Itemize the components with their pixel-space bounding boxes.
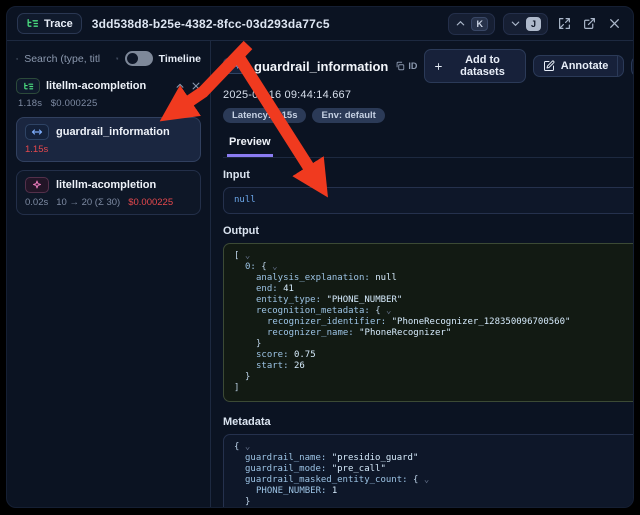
trace-type-badge: Trace (17, 13, 82, 34)
open-in-new-tab-button[interactable] (581, 15, 598, 32)
topbar: Trace 3dd538d8-b25e-4382-8fcc-03d293da77… (7, 7, 633, 41)
search-input[interactable] (24, 53, 110, 65)
latency-badge: Latency: 1.15s (223, 108, 306, 123)
tree-root-metrics: 1.18s $0.000225 (18, 98, 201, 109)
external-link-icon (583, 17, 596, 30)
add-to-datasets-button[interactable]: Add to datasets (424, 49, 525, 83)
output-title: Output (223, 225, 259, 237)
copy-id[interactable]: ID (395, 61, 417, 71)
id-label: ID (408, 61, 417, 71)
annotate-button[interactable]: Annotate (534, 56, 618, 76)
timeline-toggle-label: Timeline (159, 53, 201, 65)
navigate-down-button[interactable]: J (503, 13, 548, 35)
metadata-title: Metadata (223, 416, 271, 428)
observation-title: guardrail_information (254, 59, 388, 74)
output-section-header: Output (223, 225, 634, 237)
collapse-all-icon[interactable] (175, 81, 185, 91)
badge-row: Latency: 1.15s Env: default (223, 108, 634, 123)
tree-item-latency: 0.02s (25, 197, 48, 208)
annotate-split-button: Annotate (533, 55, 624, 77)
move-horizontal-icon (229, 60, 241, 72)
observation-detail-panel: guardrail_information ID Add to datasets (211, 41, 634, 508)
move-horizontal-icon (31, 126, 43, 138)
maximize-icon (558, 17, 571, 30)
input-section-header: Input (223, 169, 634, 181)
plus-icon (434, 61, 443, 72)
list-tree-icon (26, 17, 39, 30)
close-button[interactable] (606, 15, 623, 32)
observation-timestamp: 2025-05-16 09:44:14.667 (223, 89, 634, 101)
copy-icon (395, 61, 405, 71)
search-icon (16, 53, 18, 65)
timeline-toggle[interactable] (125, 51, 153, 66)
observation-header: guardrail_information ID Add to datasets (223, 49, 634, 83)
sparkle-icon (31, 179, 43, 191)
tab-preview[interactable]: Preview (227, 132, 273, 157)
shortcut-j: J (526, 17, 541, 31)
tree-item-latency: 1.15s (25, 144, 48, 155)
tree-item-guardrail-information[interactable]: guardrail_information 1.15s (16, 117, 201, 162)
expand-all-icon[interactable] (191, 81, 201, 91)
tab-bar: Preview (223, 132, 634, 158)
tree-root-item[interactable]: litellm-acompletion (16, 78, 201, 94)
shortcut-k: K (471, 17, 488, 31)
trace-badge-label: Trace (44, 18, 73, 30)
tree-item-label: litellm-acompletion (56, 179, 156, 191)
annotate-pencil-icon (543, 60, 555, 72)
navigate-up-button[interactable]: K (448, 13, 495, 35)
input-code-block: null (223, 187, 634, 214)
input-value: null (234, 195, 256, 205)
span-type-icon-badge (223, 58, 247, 74)
toggle-knob (127, 53, 138, 64)
tree-controls (175, 81, 201, 91)
close-icon (608, 17, 621, 30)
chevron-up-icon (455, 18, 466, 29)
expand-button[interactable] (556, 15, 573, 32)
comments-button[interactable] (631, 55, 634, 78)
tree-root-label: litellm-acompletion (46, 80, 146, 92)
metadata-section-header: Metadata (223, 416, 634, 428)
trace-tree-sidebar: Timeline litellm-acompletion (7, 41, 211, 508)
input-title: Input (223, 169, 250, 181)
search-row: Timeline (14, 49, 203, 76)
annotate-dropdown-button[interactable] (617, 56, 623, 76)
trace-detail-window: Trace 3dd538d8-b25e-4382-8fcc-03d293da77… (0, 0, 640, 515)
root-latency: 1.18s (18, 98, 42, 109)
header-actions: Add to datasets Annotate (424, 49, 634, 83)
tree-item-litellm-acompletion[interactable]: litellm-acompletion 0.02s 10 → 20 (Σ 30)… (16, 170, 201, 215)
tree-item-tokens: 10 → 20 (Σ 30) (56, 197, 120, 208)
tree-item-cost: $0.000225 (128, 197, 173, 208)
generation-type-icon-badge (25, 177, 49, 193)
chevron-down-icon (510, 18, 521, 29)
trace-tree: litellm-acompletion 1.18s $0.000225 (14, 76, 203, 217)
trace-id: 3dd538d8-b25e-4382-8fcc-03d293da77c5 (92, 17, 330, 31)
metadata-code-block: { ⌄guardrail_name: "presidio_guard"guard… (223, 434, 634, 508)
output-code-block: [ ⌄0: { ⌄analysis_explanation: nullend: … (223, 243, 634, 402)
span-type-icon-badge (25, 124, 49, 140)
trace-type-icon-badge (16, 78, 40, 94)
tree-item-label: guardrail_information (56, 126, 170, 138)
filter-settings-icon[interactable] (116, 52, 118, 65)
window: Trace 3dd538d8-b25e-4382-8fcc-03d293da77… (6, 6, 634, 508)
root-cost: $0.000225 (51, 98, 98, 109)
list-tree-icon (23, 81, 34, 92)
env-badge: Env: default (312, 108, 384, 123)
topbar-actions: K J (448, 13, 623, 35)
